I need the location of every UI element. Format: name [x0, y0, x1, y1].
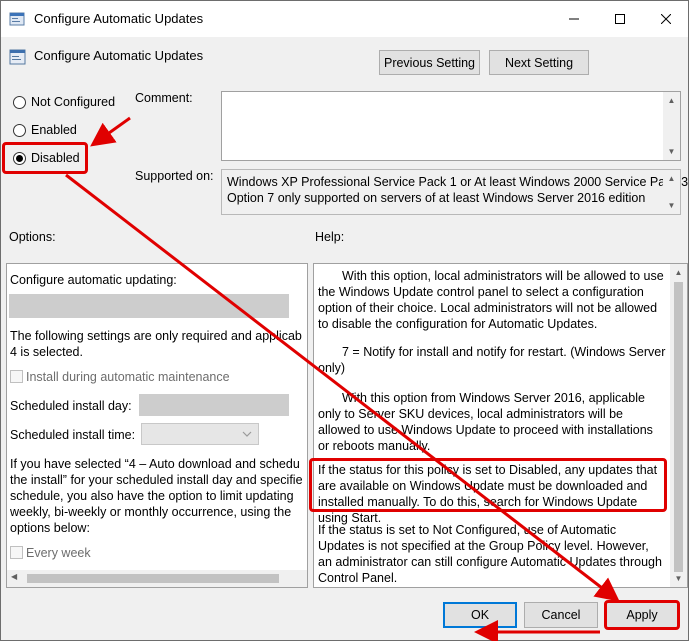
install-day-dropdown[interactable] — [139, 394, 289, 416]
radio-not-configured[interactable]: Not Configured — [13, 95, 115, 109]
comment-textarea[interactable]: ▲ ▼ — [221, 91, 681, 161]
maximize-icon — [615, 14, 625, 24]
radio-enabled-label: Enabled — [31, 123, 77, 137]
configure-updating-dropdown[interactable] — [9, 294, 289, 318]
every-week-label: Every week — [26, 546, 91, 560]
schedule-para-line-5: options below: — [10, 521, 90, 535]
scroll-left-icon[interactable]: ◀ — [11, 572, 17, 581]
minimize-icon — [569, 18, 579, 20]
install-day-label: Scheduled install day: — [10, 399, 132, 413]
help-scrollbar[interactable]: ▲ ▼ — [670, 264, 687, 587]
help-para-3: With this option from Windows Server 201… — [318, 391, 653, 453]
window-title: Configure Automatic Updates — [34, 11, 204, 26]
following-settings-line-2: 4 is selected. — [10, 345, 83, 359]
help-para-1: With this option, local administrators w… — [318, 269, 664, 331]
setting-icon — [9, 49, 26, 65]
scroll-down-icon[interactable]: ▼ — [670, 570, 687, 587]
next-setting-button[interactable]: Next Setting — [489, 50, 589, 75]
scroll-up-icon[interactable]: ▲ — [663, 92, 680, 109]
supported-on-line-2: Option 7 only supported on servers of at… — [227, 191, 646, 205]
comment-scrollbar[interactable]: ▲ ▼ — [663, 92, 680, 160]
options-label: Options: — [9, 230, 56, 244]
radio-not-configured-label: Not Configured — [31, 95, 116, 109]
schedule-para-line-2: the install” for your scheduled install … — [10, 473, 303, 487]
install-maintenance-label: Install during automatic maintenance — [26, 370, 230, 384]
scroll-down-icon[interactable]: ▼ — [663, 143, 680, 160]
radio-enabled[interactable]: Enabled — [13, 123, 77, 137]
help-para-2: 7 = Notify for install and notify for re… — [318, 345, 666, 375]
install-time-label: Scheduled install time: — [10, 428, 136, 442]
options-pane[interactable]: Configure automatic updating: The follow… — [6, 263, 308, 588]
radio-disabled-circle[interactable] — [13, 151, 26, 165]
title-bar[interactable]: Configure Automatic Updates — [1, 1, 688, 37]
close-icon — [661, 14, 671, 24]
schedule-para-line-1: If you have selected “4 – Auto download … — [10, 457, 300, 471]
close-button[interactable] — [643, 1, 688, 37]
previous-setting-button[interactable]: Previous Setting — [379, 50, 480, 75]
scroll-up-icon[interactable]: ▲ — [670, 264, 687, 281]
schedule-para-line-3: schedule, you also have the option to li… — [10, 489, 294, 503]
setting-title: Configure Automatic Updates — [34, 48, 204, 63]
dialog-window: Configure Automatic Updates Configure Au… — [0, 0, 689, 641]
policy-icon — [9, 12, 25, 26]
install-maintenance-checkbox[interactable] — [10, 370, 23, 383]
cancel-button[interactable]: Cancel — [524, 602, 598, 628]
apply-button[interactable]: Apply — [605, 602, 679, 628]
supported-on-label: Supported on: — [135, 169, 214, 183]
ok-button[interactable]: OK — [443, 602, 517, 628]
following-settings-line-1: The following settings are only required… — [10, 329, 302, 343]
radio-disabled[interactable]: Disabled — [13, 151, 80, 165]
help-pane[interactable]: With this option, local administrators w… — [313, 263, 688, 588]
chevron-down-icon — [242, 431, 252, 437]
maximize-button[interactable] — [597, 1, 643, 37]
supported-on-box: Windows XP Professional Service Pack 1 o… — [221, 169, 688, 215]
comment-label: Comment: — [135, 91, 193, 105]
scroll-down-icon[interactable]: ▼ — [663, 197, 680, 214]
install-time-dropdown[interactable] — [141, 423, 259, 445]
minimize-button[interactable] — [551, 1, 597, 37]
options-hscroll-thumb[interactable] — [27, 574, 279, 583]
supported-scrollbar[interactable]: ▲ ▼ — [663, 170, 680, 214]
help-para-4: If the status for this policy is set to … — [318, 463, 658, 525]
help-scroll-thumb[interactable] — [674, 282, 683, 572]
help-para-5: If the status is set to Not Configured, … — [318, 523, 662, 585]
help-label: Help: — [315, 230, 345, 244]
radio-enabled-circle[interactable] — [13, 123, 26, 137]
configure-updating-label: Configure automatic updating: — [10, 273, 177, 287]
supported-on-line-1: Windows XP Professional Service Pack 1 o… — [227, 175, 689, 189]
radio-not-configured-circle[interactable] — [13, 95, 26, 109]
options-hscrollbar[interactable]: ◀ — [7, 570, 307, 587]
every-week-checkbox[interactable] — [10, 546, 23, 559]
schedule-para-line-4: weekly, bi-weekly or monthly occurrence,… — [10, 505, 292, 519]
scroll-up-icon[interactable]: ▲ — [663, 170, 680, 187]
radio-disabled-label: Disabled — [31, 151, 80, 165]
